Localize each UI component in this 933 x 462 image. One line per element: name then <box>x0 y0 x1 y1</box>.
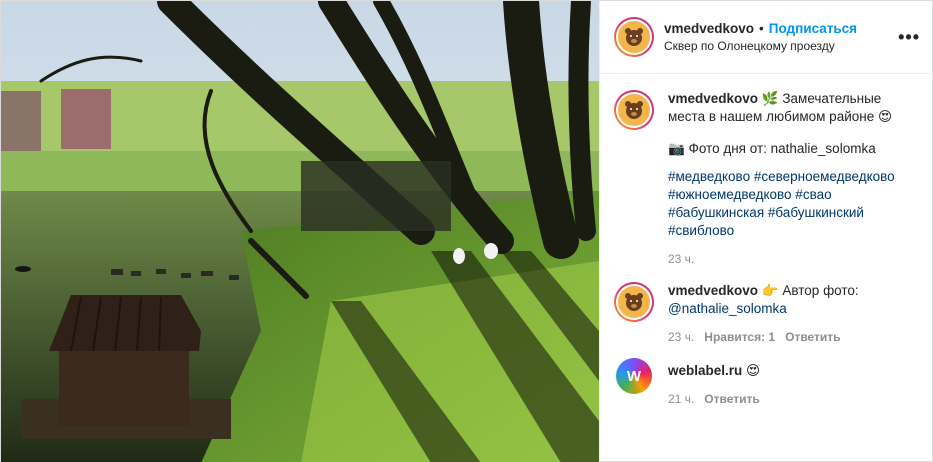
comment-username[interactable]: weblabel.ru <box>668 363 742 378</box>
comment-likes[interactable]: Нравится: 1 <box>704 328 775 346</box>
caption-avatar[interactable] <box>614 90 654 130</box>
comment-text: Автор фото: <box>782 283 859 298</box>
bear-face-icon <box>618 286 650 318</box>
caption-time[interactable]: 23 ч. <box>668 250 694 268</box>
heart-eyes-emoji: 😍 <box>746 363 761 379</box>
pointing-hand-emoji: 👉 <box>761 283 779 299</box>
weblabel-logo-icon[interactable]: W <box>616 358 652 394</box>
separator-dot: • <box>759 21 764 36</box>
heart-eyes-emoji: 😍 <box>877 109 893 125</box>
comments-list: vmedvedkovo 🌿 Замечательные места в наше… <box>600 74 933 408</box>
camera-emoji: 📷 <box>668 141 685 157</box>
bear-face-icon <box>618 21 650 53</box>
reply-button[interactable]: Ответить <box>704 390 759 408</box>
comment-time[interactable]: 21 ч. <box>668 390 694 408</box>
reply-button[interactable]: Ответить <box>785 328 840 346</box>
comment-time[interactable]: 23 ч. <box>668 328 694 346</box>
comment-username[interactable]: vmedvedkovo <box>668 283 758 298</box>
bear-face-icon <box>618 94 650 126</box>
author-avatar[interactable] <box>614 17 654 57</box>
park-pond-photo <box>1 1 599 462</box>
more-options-icon[interactable]: ••• <box>898 27 920 48</box>
mention-link[interactable]: @nathalie_solomka <box>668 301 787 316</box>
post-photo[interactable] <box>1 1 599 462</box>
post-sidebar: vmedvedkovo • Подписаться Сквер по Олоне… <box>599 1 933 462</box>
post-location[interactable]: Сквер по Олонецкому проезду <box>664 39 898 53</box>
comment-avatar[interactable] <box>614 282 654 322</box>
author-username[interactable]: vmedvedkovo <box>664 21 754 36</box>
comment-item: vmedvedkovo 👉 Автор фото: @nathalie_solo… <box>614 282 920 346</box>
post-container: vmedvedkovo • Подписаться Сквер по Олоне… <box>0 0 933 462</box>
post-header: vmedvedkovo • Подписаться Сквер по Олоне… <box>600 1 933 74</box>
caption: vmedvedkovo 🌿 Замечательные места в наше… <box>614 90 920 268</box>
leaf-icon: 🌿 <box>761 91 779 107</box>
follow-button[interactable]: Подписаться <box>769 21 857 36</box>
photo-credit: Фото дня от: nathalie_solomka <box>688 141 876 156</box>
caption-username[interactable]: vmedvedkovo <box>668 91 758 106</box>
hashtags[interactable]: #медведково #северноемедведково #южноеме… <box>668 168 920 240</box>
comment-item: W weblabel.ru 😍 21 ч. Ответить <box>614 356 920 408</box>
